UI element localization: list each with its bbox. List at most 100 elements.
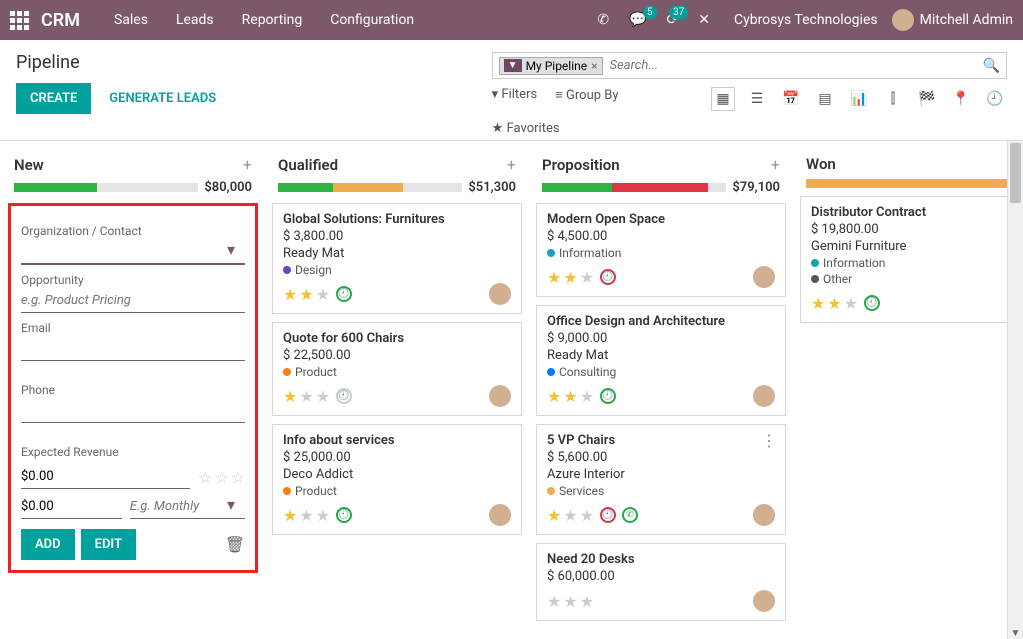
search-filter-chip[interactable]: ▼My Pipeline× [499, 57, 603, 75]
kanban-card[interactable]: Info about services$ 25,000.00Deco Addic… [272, 424, 522, 535]
list-view-icon[interactable]: ☰ [745, 87, 769, 111]
search-box[interactable]: ▼My Pipeline× 🔍 [492, 52, 1007, 79]
avatar-icon [892, 9, 914, 31]
chip-remove-icon[interactable]: × [591, 59, 597, 73]
priority-stars[interactable]: ☆☆☆ [198, 468, 245, 487]
nav-configuration[interactable]: Configuration [330, 12, 414, 28]
search-icon[interactable]: 🔍 [983, 58, 1000, 74]
avatar-icon [489, 504, 511, 526]
revenue-label: Expected Revenue [21, 445, 245, 459]
email-input[interactable] [21, 337, 245, 361]
card-tag: Design [283, 263, 511, 277]
generate-leads-button[interactable]: GENERATE LEADS [95, 83, 230, 114]
opp-label: Opportunity [21, 273, 245, 287]
navbar: CRM Sales Leads Reporting Configuration … [0, 0, 1023, 40]
messages-icon[interactable]: 💬5 [629, 12, 646, 28]
phone-label: Phone [21, 383, 245, 397]
tag-dot-icon [283, 266, 291, 274]
column-amount: $80,000 [204, 180, 252, 195]
priority-stars[interactable]: ★★★ [547, 592, 594, 611]
create-button[interactable]: CREATE [16, 83, 91, 114]
activity-icon[interactable]: 🕘 [336, 388, 352, 404]
star-icon: ★ [580, 506, 594, 525]
star-icon: ★ [580, 268, 594, 287]
dropdown-icon[interactable]: ▾ [227, 240, 235, 259]
activity-icon[interactable]: 🕘 [600, 507, 616, 523]
column-amount: $51,300 [468, 180, 516, 195]
kanban-card[interactable]: Distributor Contract$ 19,800.00Gemini Fu… [800, 196, 1007, 323]
brand[interactable]: CRM [41, 10, 80, 31]
kanban-view-icon[interactable]: ▦ [711, 87, 735, 111]
kanban-card[interactable]: Global Solutions: Furnitures$ 3,800.00Re… [272, 203, 522, 314]
column-title[interactable]: Qualified [278, 156, 338, 174]
nav-sales[interactable]: Sales [114, 12, 148, 28]
card-tag: Services [547, 484, 775, 498]
edit-button[interactable]: EDIT [81, 529, 136, 560]
nav-reporting[interactable]: Reporting [242, 12, 303, 28]
activity-icon[interactable]: 🕘 [336, 286, 352, 302]
pivot-view-icon[interactable]: ▤ [813, 87, 837, 111]
dashboard-view-icon[interactable]: 🏁 [915, 87, 939, 111]
card-amount: $ 4,500.00 [547, 229, 775, 244]
search-input[interactable] [607, 55, 983, 76]
calendar-view-icon[interactable]: 📅 [779, 87, 803, 111]
opportunity-input[interactable] [21, 289, 245, 313]
add-button[interactable]: ADD [21, 529, 75, 560]
activity-icon[interactable]: 🕘 [336, 507, 352, 523]
activities-icon[interactable]: ⟳37 [667, 12, 679, 28]
card-title: Global Solutions: Furnitures [283, 212, 511, 227]
revenue-input[interactable] [21, 465, 190, 489]
star-icon: ★ [547, 506, 561, 525]
trash-icon[interactable]: 🗑 [225, 535, 245, 554]
kanban-card[interactable]: Modern Open Space$ 4,500.00Information★★… [536, 203, 786, 297]
column-title[interactable]: Won [806, 155, 836, 173]
column-add-icon[interactable]: + [771, 155, 780, 174]
kanban-card[interactable]: ⋮5 VP Chairs$ 5,600.00Azure InteriorServ… [536, 424, 786, 535]
apps-icon[interactable] [10, 11, 29, 30]
kanban-column: Qualified + $51,300 Global Solutions: Fur… [272, 151, 522, 629]
priority-stars[interactable]: ★★★🕘 [547, 387, 616, 406]
tools-icon[interactable]: ✕ [698, 12, 710, 28]
nav-leads[interactable]: Leads [176, 12, 214, 28]
priority-stars[interactable]: ★★★🕘 [283, 285, 352, 304]
phone-icon[interactable]: ✆ [597, 12, 609, 28]
priority-stars[interactable]: ★★★🕘 [547, 268, 616, 287]
filters-dropdown[interactable]: ▾ Filters [492, 87, 538, 103]
phone-plus-icon[interactable]: ✆ [622, 507, 638, 523]
company-selector[interactable]: Cybrosys Technologies [734, 12, 878, 28]
phone-input[interactable] [21, 399, 245, 423]
cohort-view-icon[interactable]: ⫿ [881, 87, 905, 111]
map-view-icon[interactable]: 📍 [949, 87, 973, 111]
column-add-icon[interactable]: + [243, 155, 252, 174]
favorites-dropdown[interactable]: ★ Favorites [492, 121, 705, 136]
column-amount: $79,100 [732, 180, 780, 195]
column-title[interactable]: Proposition [542, 156, 620, 174]
star-icon: ★ [547, 387, 561, 406]
column-title[interactable]: New [14, 156, 44, 174]
avatar-icon [753, 385, 775, 407]
user-menu[interactable]: Mitchell Admin [892, 9, 1013, 31]
kanban-card[interactable]: Office Design and Architecture$ 9,000.00… [536, 305, 786, 416]
priority-stars[interactable]: ★★★🕘✆ [547, 506, 638, 525]
kanban-card[interactable]: Need 20 Desks$ 60,000.00★★★ [536, 543, 786, 621]
groupby-dropdown[interactable]: ≡ Group By [555, 87, 618, 103]
priority-stars[interactable]: ★★★🕘 [283, 506, 352, 525]
card-menu-icon[interactable]: ⋮ [761, 431, 777, 450]
column-add-icon[interactable]: + [507, 155, 516, 174]
dropdown-icon[interactable]: ▾ [227, 495, 235, 514]
activity-icon[interactable]: 🕘 [864, 295, 880, 311]
revenue2-input[interactable] [21, 495, 122, 519]
kanban-card[interactable]: Quote for 600 Chairs$ 22,500.00Product★★… [272, 322, 522, 416]
card-amount: $ 5,600.00 [547, 450, 775, 465]
activity-icon[interactable]: 🕘 [600, 269, 616, 285]
star-icon: ★ [563, 387, 577, 406]
graph-view-icon[interactable]: 📊 [847, 87, 871, 111]
priority-stars[interactable]: ★★★🕘 [811, 294, 880, 313]
activity-icon[interactable]: 🕘 [600, 388, 616, 404]
card-tag: Consulting [547, 365, 775, 379]
activity-view-icon[interactable]: 🕘 [983, 87, 1007, 111]
priority-stars[interactable]: ★★★🕘 [283, 387, 352, 406]
org-input[interactable] [21, 240, 245, 265]
scrollbar[interactable]: ▲▼ [1007, 141, 1023, 639]
card-amount: $ 22,500.00 [283, 348, 511, 363]
